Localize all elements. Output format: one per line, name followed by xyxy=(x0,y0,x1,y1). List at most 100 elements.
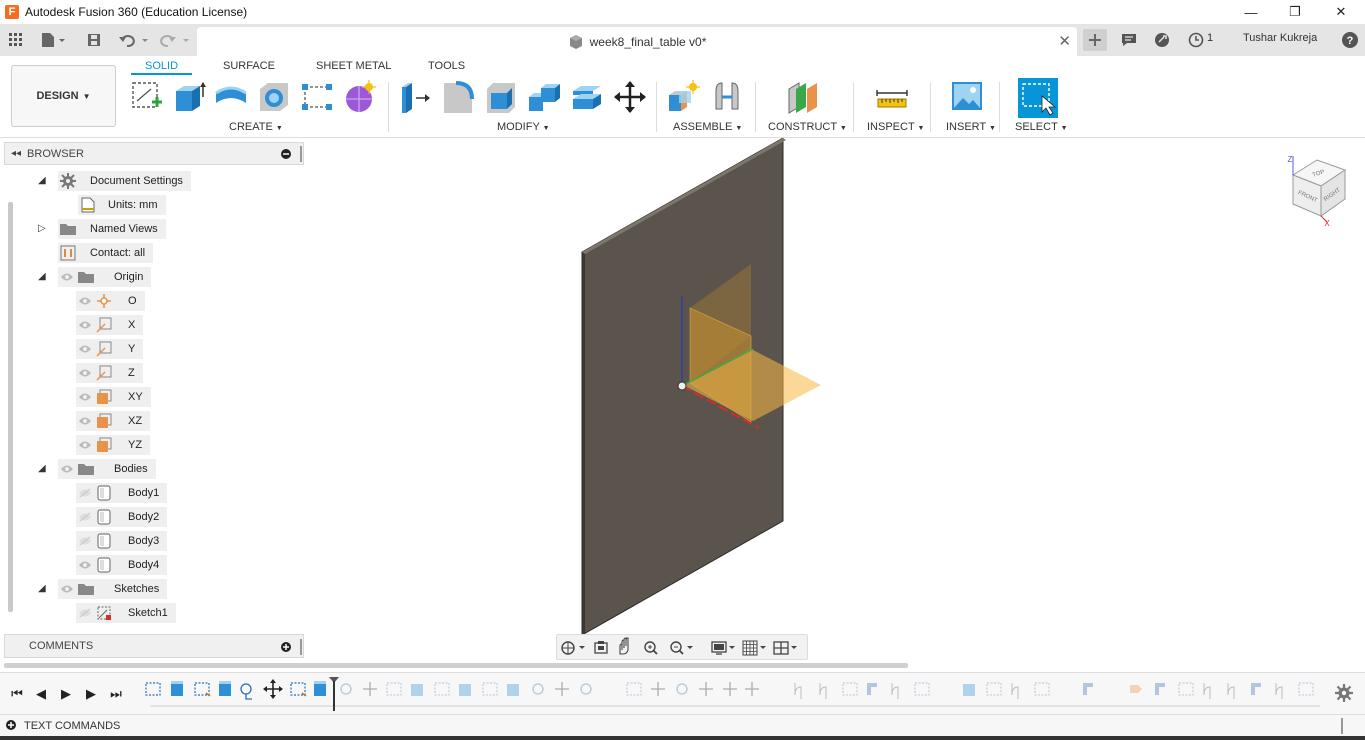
viewports-icon[interactable] xyxy=(773,641,797,655)
eye-icon[interactable] xyxy=(76,387,94,407)
tree-item-origin[interactable]: Origin xyxy=(58,267,152,287)
eye-icon[interactable] xyxy=(76,555,94,575)
tab-solid[interactable]: SOLID xyxy=(131,60,193,75)
minimize-panel-icon[interactable] xyxy=(281,148,291,162)
timeline-settings-gear-icon[interactable] xyxy=(1335,684,1353,705)
step-back-icon[interactable]: ◀ xyxy=(32,685,50,703)
origin-point[interactable] xyxy=(677,381,687,391)
collapse-triangle-icon[interactable]: ◢ xyxy=(38,271,46,282)
eye-icon[interactable] xyxy=(58,579,76,599)
user-name[interactable]: Tushar Kukreja xyxy=(1243,32,1317,44)
insert-menu[interactable]: INSERT ▼ xyxy=(946,121,996,133)
canvas-viewport[interactable] xyxy=(305,138,1365,660)
shell-icon[interactable] xyxy=(484,79,518,115)
tree-item-yz-plane[interactable]: YZ xyxy=(76,435,151,455)
offset-plane-icon[interactable] xyxy=(786,79,820,115)
timeline-features[interactable] xyxy=(140,675,1325,711)
tree-item-bodies[interactable]: Bodies xyxy=(58,459,156,479)
eye-icon[interactable] xyxy=(76,435,94,455)
tree-item-named-views[interactable]: Named Views xyxy=(58,219,166,239)
inspect-menu[interactable]: INSPECT ▼ xyxy=(867,121,924,133)
hole-icon[interactable] xyxy=(257,79,291,115)
eye-icon[interactable] xyxy=(58,267,76,287)
pan-hand-icon[interactable] xyxy=(619,637,629,655)
close-button[interactable]: ✕ xyxy=(1318,0,1364,24)
select-window-icon[interactable] xyxy=(1018,78,1058,118)
restore-button[interactable]: ❐ xyxy=(1272,0,1318,24)
grid-snaps-icon[interactable] xyxy=(742,640,766,656)
press-pull-icon[interactable] xyxy=(398,79,432,115)
go-to-end-icon[interactable]: ⏭ xyxy=(107,685,125,703)
undo-icon[interactable] xyxy=(117,29,149,51)
timeline-move-feature-icon[interactable] xyxy=(263,679,283,699)
tree-item-document-settings[interactable]: Document Settings xyxy=(58,171,191,191)
look-at-icon[interactable] xyxy=(594,641,608,654)
eye-hidden-icon[interactable] xyxy=(76,483,94,503)
eye-icon[interactable] xyxy=(76,291,94,311)
tab-tools[interactable]: TOOLS xyxy=(428,60,465,72)
job-status-clock-icon[interactable] xyxy=(1186,29,1206,51)
timeline-sketch-feature-icon[interactable] xyxy=(194,682,211,697)
tree-item-body3[interactable]: Body3 xyxy=(76,531,168,551)
tree-item-body1[interactable]: Body1 xyxy=(76,483,168,503)
tree-item-xz-plane[interactable]: XZ xyxy=(76,411,151,431)
create-form-icon[interactable] xyxy=(343,79,377,115)
tree-item-body2[interactable]: Body2 xyxy=(76,507,168,527)
save-icon[interactable] xyxy=(85,29,103,51)
timeline-joint-feature-icon[interactable] xyxy=(240,683,252,700)
view-cube[interactable]: TOP FRONT RIGHT Z X xyxy=(1283,152,1353,232)
timeline-extrude-feature-icon[interactable] xyxy=(314,681,326,696)
tree-item-sketch1[interactable]: Sketch1 xyxy=(76,603,176,623)
panel-resize-handle[interactable] xyxy=(1341,718,1343,734)
measure-icon[interactable] xyxy=(875,79,909,115)
timeline-sketch-feature-icon[interactable] xyxy=(290,682,307,697)
tree-item-units[interactable]: Units: mm xyxy=(78,195,166,215)
create-menu[interactable]: CREATE ▼ xyxy=(229,121,283,133)
data-panel-grid-icon[interactable] xyxy=(6,29,26,51)
eye-icon[interactable] xyxy=(76,315,94,335)
panel-resize-handle[interactable] xyxy=(300,639,302,655)
display-settings-icon[interactable] xyxy=(711,641,735,655)
new-component-icon[interactable] xyxy=(667,79,701,115)
move-copy-icon[interactable] xyxy=(613,79,647,115)
expand-text-commands-icon[interactable] xyxy=(6,719,16,733)
new-tab-plus-icon[interactable] xyxy=(1083,29,1107,51)
timeline-sketch-feature-icon[interactable] xyxy=(145,682,161,696)
joint-icon[interactable] xyxy=(710,79,744,115)
eye-hidden-icon[interactable] xyxy=(76,507,94,527)
panel-resize-handle[interactable] xyxy=(300,146,302,162)
fit-zoom-icon[interactable] xyxy=(670,641,693,655)
extensions-icon[interactable] xyxy=(1152,29,1172,51)
add-comment-icon[interactable] xyxy=(281,641,291,655)
step-forward-icon[interactable]: ▶ xyxy=(82,685,100,703)
eye-hidden-icon[interactable] xyxy=(76,531,94,551)
tree-item-z-axis[interactable]: Z xyxy=(76,363,143,383)
eye-icon[interactable] xyxy=(58,459,76,479)
eye-icon[interactable] xyxy=(76,411,94,431)
browser-scrollbar[interactable] xyxy=(8,202,13,612)
modify-menu[interactable]: MODIFY ▼ xyxy=(497,121,550,133)
create-sketch-icon[interactable] xyxy=(130,79,164,115)
collapse-triangle-icon[interactable]: ◢ xyxy=(38,463,46,474)
assemble-menu[interactable]: ASSEMBLE ▼ xyxy=(673,121,742,133)
zoom-icon[interactable] xyxy=(644,641,658,655)
timeline-extrude-feature-icon[interactable] xyxy=(171,681,183,696)
tree-item-x-axis[interactable]: X xyxy=(76,315,144,335)
file-menu-icon[interactable] xyxy=(38,29,68,51)
eye-hidden-icon[interactable] xyxy=(76,603,94,623)
pattern-icon[interactable] xyxy=(300,79,334,115)
play-icon[interactable]: ▶ xyxy=(57,685,75,703)
close-tab-icon[interactable]: ✕ xyxy=(1058,32,1071,50)
timeline-extrude-feature-icon[interactable] xyxy=(219,681,231,696)
tree-item-contact[interactable]: Contact: all xyxy=(58,243,154,263)
redo-icon[interactable] xyxy=(158,29,192,51)
workspace-switcher-button[interactable]: DESIGN ▼ xyxy=(11,65,116,127)
tree-item-y-axis[interactable]: Y xyxy=(76,339,144,359)
insert-canvas-image-icon[interactable] xyxy=(950,79,984,115)
help-icon[interactable]: ? xyxy=(1339,29,1361,51)
tree-item-xy-plane[interactable]: XY xyxy=(76,387,151,407)
construct-menu[interactable]: CONSTRUCT ▼ xyxy=(768,121,847,133)
expand-triangle-icon[interactable]: ▷ xyxy=(38,223,46,234)
fillet-icon[interactable] xyxy=(441,79,475,115)
tree-item-origin-point[interactable]: O xyxy=(76,291,145,311)
